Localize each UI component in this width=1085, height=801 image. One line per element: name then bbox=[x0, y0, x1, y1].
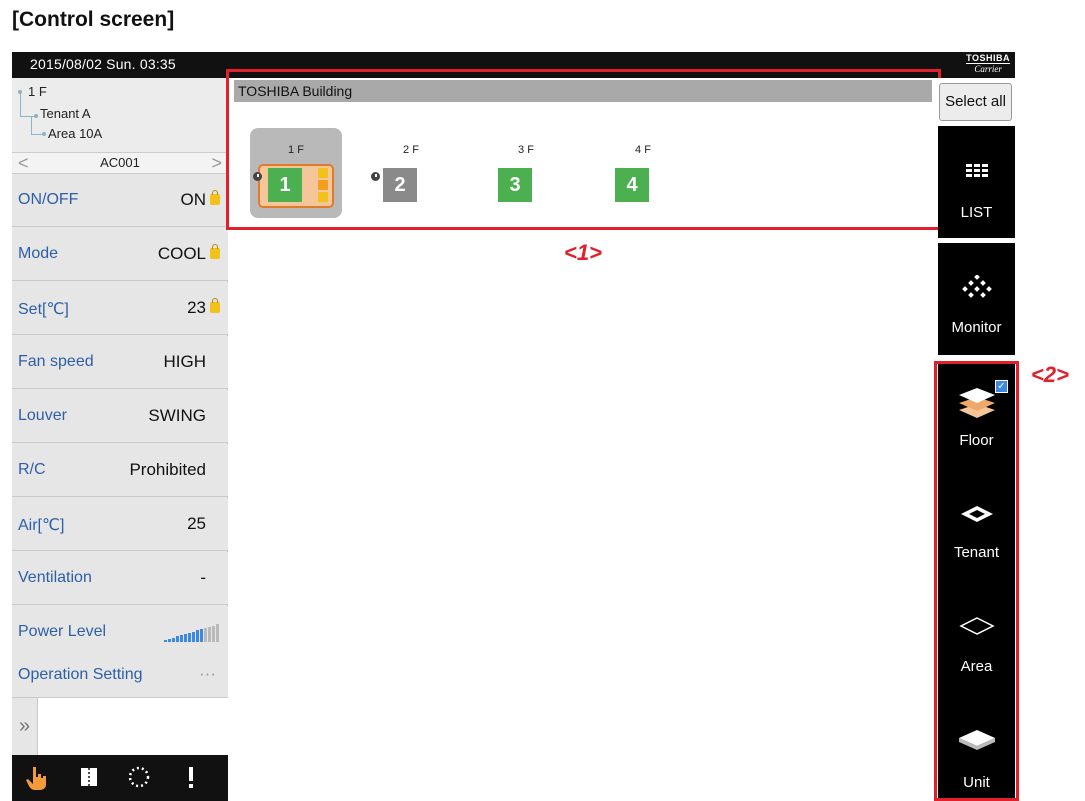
prev-unit-button[interactable]: < bbox=[18, 153, 29, 173]
status-label: Operation Setting bbox=[18, 666, 143, 683]
power-level-bar bbox=[184, 634, 187, 642]
status-value: ON bbox=[180, 190, 207, 209]
brand-logo: TOSHIBA Carrier bbox=[966, 53, 1010, 74]
lock-icon bbox=[210, 190, 220, 205]
screen-caption: [Control screen] bbox=[12, 8, 175, 31]
status-label: Power Level bbox=[18, 623, 107, 640]
tree-floor[interactable]: 1 F bbox=[28, 84, 47, 99]
status-row-fanspeed[interactable]: Fan speed HIGH bbox=[12, 336, 228, 389]
tree-node-dot bbox=[34, 114, 38, 118]
select-all-button[interactable]: Select all bbox=[939, 83, 1012, 121]
status-value: HIGH bbox=[163, 352, 207, 371]
status-value: 25 bbox=[187, 514, 206, 533]
brand-line1: TOSHIBA bbox=[966, 53, 1010, 64]
datetime: 2015/08/02 Sun. 03:35 bbox=[30, 56, 176, 72]
status-panel: 1 F Tenant A Area 10A < AC001 > ON/OFF O… bbox=[12, 78, 228, 801]
status-value: 23 bbox=[187, 298, 206, 317]
status-label: Mode bbox=[18, 245, 59, 262]
bottom-toolbar bbox=[12, 755, 228, 801]
monitor-icon bbox=[938, 274, 1015, 306]
status-row-mode[interactable]: Mode COOL bbox=[12, 228, 228, 281]
unit-selector: < AC001 > bbox=[12, 152, 228, 174]
status-value: COOL bbox=[157, 244, 206, 263]
expand-chevron-icon[interactable]: » bbox=[12, 698, 38, 755]
annotation-label-2: <2> bbox=[1031, 362, 1069, 387]
progress-icon[interactable] bbox=[126, 765, 152, 791]
power-level-bar bbox=[204, 628, 207, 642]
power-level-bar bbox=[188, 632, 191, 642]
status-value: - bbox=[200, 568, 206, 587]
status-row-ventilation[interactable]: Ventilation - bbox=[12, 552, 228, 605]
status-value: Prohibited bbox=[129, 460, 206, 479]
status-label: Set[℃] bbox=[18, 301, 69, 318]
power-level-bar bbox=[180, 635, 183, 642]
book-icon[interactable] bbox=[76, 765, 102, 791]
unit-name: AC001 bbox=[100, 155, 140, 170]
annotation-label-1: <1> bbox=[564, 240, 602, 265]
tree-line bbox=[31, 116, 32, 134]
power-level-bar bbox=[192, 631, 195, 642]
location-tree: 1 F Tenant A Area 10A bbox=[12, 78, 228, 152]
tree-line bbox=[20, 92, 21, 116]
annotation-box-2 bbox=[934, 361, 1019, 801]
status-label: Fan speed bbox=[18, 353, 94, 370]
tree-tenant[interactable]: Tenant A bbox=[40, 106, 91, 121]
brand-line2: Carrier bbox=[974, 64, 1002, 74]
next-unit-button[interactable]: > bbox=[211, 153, 222, 173]
power-level-bar bbox=[196, 630, 199, 642]
list-icon bbox=[938, 164, 1015, 183]
hand-icon[interactable] bbox=[24, 765, 50, 791]
panel-expander: » bbox=[12, 697, 228, 755]
status-row-air[interactable]: Air[℃] 25 bbox=[12, 498, 228, 551]
tree-node-dot bbox=[42, 132, 46, 136]
monitor-view-button[interactable]: Monitor bbox=[938, 243, 1015, 355]
power-level-bar bbox=[216, 624, 219, 642]
status-row-setpoint[interactable]: Set[℃] 23 bbox=[12, 282, 228, 335]
power-level-bar bbox=[168, 638, 171, 642]
power-level-bar bbox=[176, 636, 179, 642]
power-level-bar bbox=[172, 637, 175, 642]
tree-area[interactable]: Area 10A bbox=[48, 126, 102, 141]
status-label: ON/OFF bbox=[18, 191, 79, 208]
status-label: Air[℃] bbox=[18, 517, 65, 534]
power-level-bar bbox=[212, 625, 215, 642]
status-row-rc[interactable]: R/C Prohibited bbox=[12, 444, 228, 497]
status-value: ··· bbox=[199, 664, 216, 683]
status-label: Ventilation bbox=[18, 569, 92, 586]
lock-icon bbox=[210, 244, 220, 259]
status-value: SWING bbox=[148, 406, 206, 425]
status-row-onoff[interactable]: ON/OFF ON bbox=[12, 174, 228, 227]
list-view-button[interactable]: LIST bbox=[938, 126, 1015, 238]
annotation-box-1 bbox=[226, 69, 941, 230]
power-level-bar bbox=[164, 640, 167, 642]
alert-icon[interactable] bbox=[178, 765, 204, 791]
lock-icon bbox=[210, 298, 220, 313]
monitor-label: Monitor bbox=[951, 319, 1002, 336]
status-row-operation-setting[interactable]: Operation Setting ··· bbox=[12, 652, 228, 698]
power-level-bar bbox=[200, 629, 203, 642]
power-level-bar bbox=[208, 626, 211, 642]
status-label: Louver bbox=[18, 407, 67, 424]
status-label: R/C bbox=[18, 461, 46, 478]
power-level-meter bbox=[164, 624, 220, 642]
list-label: LIST bbox=[960, 204, 993, 221]
status-row-louver[interactable]: Louver SWING bbox=[12, 390, 228, 443]
